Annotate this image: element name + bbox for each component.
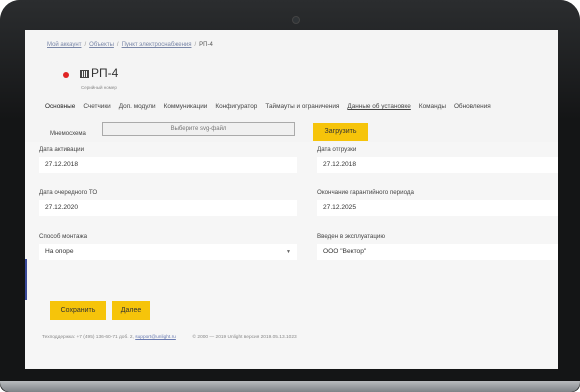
chevron-down-icon: ▼	[286, 249, 291, 255]
support-email-link[interactable]: support@unlight.ru	[135, 335, 176, 340]
laptop-base	[0, 381, 580, 392]
tab-meters[interactable]: Счетчики	[79, 102, 114, 114]
svg-file-input[interactable]: Выберите svg-файл	[102, 122, 295, 136]
activation-date-input[interactable]: 27.12.2018	[39, 157, 297, 173]
breadcrumb-separator: /	[84, 42, 87, 48]
camera-icon	[292, 16, 300, 24]
mnemonic-label: Мнемосхема	[50, 131, 86, 137]
tab-communications[interactable]: Коммуникации	[160, 102, 212, 114]
shipment-date-label: Дата отгрузки	[317, 146, 357, 153]
device-icon	[80, 70, 89, 78]
section-accent-bar	[25, 259, 27, 300]
footer: Техподдержка: +7 (495) 136-60-71 доб. 2,…	[42, 335, 297, 340]
tab-basic[interactable]: Основные	[41, 102, 79, 114]
next-button[interactable]: Далее	[112, 301, 150, 320]
breadcrumb-link-account[interactable]: Мой аккаунт	[47, 42, 81, 48]
tab-updates[interactable]: Обновления	[450, 102, 495, 114]
support-text: Техподдержка: +7 (495) 136-60-71 доб. 2,	[42, 335, 134, 340]
activation-date-label: Дата активации	[39, 146, 85, 153]
commissioned-label: Введен в эксплуатацию	[317, 233, 386, 240]
next-service-date-input[interactable]: 27.12.2020	[39, 200, 297, 216]
breadcrumb-link-supply-point[interactable]: Пункт электроснабжения	[122, 42, 192, 48]
mounting-method-value: На опоре	[45, 248, 74, 255]
page-content: Мой аккаунт / Объекты / Пункт электроснабжен…	[25, 30, 558, 369]
mounting-method-label: Способ монтажа	[39, 233, 88, 240]
tab-modules[interactable]: Доп. модули	[115, 102, 160, 114]
shipment-date-input[interactable]: 27.12.2018	[317, 157, 558, 173]
laptop-screen: Мой аккаунт / Объекты / Пункт электроснабжен…	[25, 30, 558, 369]
page-title: РП-4	[91, 66, 119, 80]
warranty-end-input[interactable]: 27.12.2025	[317, 200, 558, 216]
breadcrumb: Мой аккаунт / Объекты / Пункт электроснабжен…	[47, 42, 213, 48]
breadcrumb-separator: /	[194, 42, 197, 48]
tab-bar: Основные Счетчики Доп. модули Коммуникац…	[41, 102, 558, 114]
breadcrumb-separator: /	[116, 42, 119, 48]
serial-number-label: Серийный номер	[81, 85, 117, 90]
tab-timeouts[interactable]: Таймауты и ограничения	[261, 102, 343, 114]
warranty-end-label: Окончание гарантийного периода	[317, 189, 414, 196]
tab-commands[interactable]: Команды	[415, 102, 450, 114]
breadcrumb-link-objects[interactable]: Объекты	[89, 42, 114, 48]
mounting-method-select[interactable]: На опоре ▼	[39, 244, 297, 260]
laptop-frame: Мой аккаунт / Объекты / Пункт электроснабжен…	[0, 0, 580, 392]
breadcrumb-current: РП-4	[199, 42, 213, 48]
upload-button[interactable]: Загрузить	[313, 123, 368, 141]
save-button[interactable]: Сохранить	[50, 301, 106, 320]
next-service-date-label: Дата очередного ТО	[39, 189, 98, 196]
status-dot-icon	[63, 72, 69, 78]
tab-installation-data[interactable]: Данные об установке	[343, 102, 414, 114]
copyright-text: © 2000 — 2019 Unlight версия 2019.05.13.…	[192, 335, 297, 340]
tab-configurator[interactable]: Конфигуратор	[211, 102, 261, 114]
commissioned-input[interactable]: ООО "Вектор"	[317, 244, 558, 260]
